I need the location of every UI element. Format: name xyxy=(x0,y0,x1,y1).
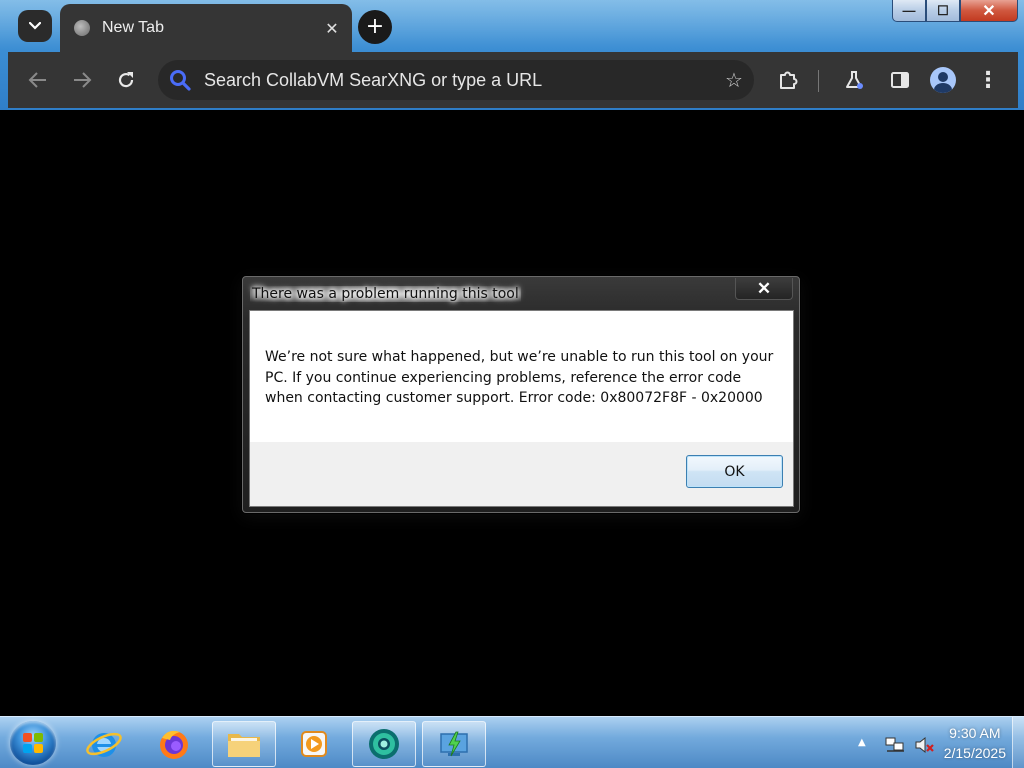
browser-toolbar: Search CollabVM SearXNG or type a URL ☆ … xyxy=(8,52,1018,108)
ok-button[interactable]: OK xyxy=(686,455,783,488)
browser-menu-button[interactable]: ⋮ xyxy=(970,62,1006,98)
dialog-body: We’re not sure what happened, but we’re … xyxy=(249,310,794,507)
windows-flag-icon xyxy=(23,733,43,753)
search-icon xyxy=(160,60,200,100)
window-close-button[interactable]: ✕ xyxy=(960,0,1018,22)
show-hidden-icons-button[interactable]: ▲ xyxy=(858,737,866,748)
flask-icon xyxy=(846,71,863,89)
back-button[interactable] xyxy=(20,62,56,98)
error-dialog: There was a problem running this tool ✕ … xyxy=(242,276,800,513)
taskbar-app-internet-explorer[interactable] xyxy=(72,721,136,767)
taskbar-app-windows-explorer[interactable] xyxy=(212,721,276,767)
chevron-down-icon xyxy=(29,22,41,30)
extensions-button[interactable] xyxy=(770,62,806,98)
avatar-body xyxy=(934,83,952,93)
bookmark-star-icon[interactable]: ☆ xyxy=(714,68,754,92)
taskbar-app-media-player[interactable] xyxy=(282,721,346,767)
tab-search-button[interactable] xyxy=(18,10,52,42)
globe-icon xyxy=(74,20,90,36)
side-panel-button[interactable] xyxy=(882,62,918,98)
reload-button[interactable] xyxy=(108,62,144,98)
system-clock[interactable]: 9:30 AM 2/15/2025 xyxy=(944,723,1006,763)
back-arrow-icon xyxy=(28,72,46,88)
firefox-icon xyxy=(160,730,188,759)
dialog-title: There was a problem running this tool xyxy=(250,286,521,302)
forward-button[interactable] xyxy=(64,62,100,98)
new-tab-button[interactable]: + xyxy=(358,10,392,44)
forward-arrow-icon xyxy=(74,72,92,88)
tab-close-icon[interactable]: ✕ xyxy=(312,19,352,38)
clock-date: 2/15/2025 xyxy=(943,745,1006,761)
internet-explorer-icon xyxy=(86,732,122,757)
taskbar-app-chrome[interactable] xyxy=(352,721,416,767)
folder-icon xyxy=(228,734,260,757)
start-button[interactable] xyxy=(10,721,56,765)
maximize-button[interactable]: ☐ xyxy=(926,0,960,22)
puzzle-icon xyxy=(780,71,798,89)
profile-avatar[interactable] xyxy=(930,67,956,93)
taskbar: ▲ 9:30 AM 2/15/2025 xyxy=(0,716,1024,768)
network-icon[interactable] xyxy=(884,735,906,755)
tab-new-tab[interactable]: New Tab ✕ xyxy=(60,4,352,52)
taskbar-app-firefox[interactable] xyxy=(142,721,206,767)
dialog-message: We’re not sure what happened, but we’re … xyxy=(265,349,774,406)
minimize-button[interactable]: — xyxy=(892,0,926,22)
side-panel-icon xyxy=(891,72,909,88)
reload-icon xyxy=(118,72,134,88)
taskbar-app-media-creation-tool[interactable] xyxy=(422,721,486,767)
media-player-icon xyxy=(301,731,327,757)
dialog-footer: OK xyxy=(250,442,793,506)
address-bar-placeholder: Search CollabVM SearXNG or type a URL xyxy=(204,69,543,90)
volume-muted-icon[interactable] xyxy=(914,735,936,755)
window-controls: — ☐ ✕ xyxy=(892,0,1018,24)
address-bar[interactable]: Search CollabVM SearXNG or type a URL ☆ xyxy=(158,60,754,100)
tab-strip: New Tab ✕ + xyxy=(8,4,1018,52)
labs-button[interactable] xyxy=(836,62,872,98)
notification-area: ▲ 9:30 AM 2/15/2025 xyxy=(824,717,1024,768)
dialog-close-button[interactable]: ✕ xyxy=(735,278,793,300)
avatar-head xyxy=(938,72,948,82)
media-creation-tool-icon xyxy=(440,731,468,757)
chrome-icon xyxy=(369,729,399,759)
show-desktop-button[interactable] xyxy=(1012,717,1024,768)
clock-time: 9:30 AM xyxy=(949,725,1001,741)
toolbar-separator xyxy=(818,70,819,92)
tab-title: New Tab xyxy=(102,19,164,36)
